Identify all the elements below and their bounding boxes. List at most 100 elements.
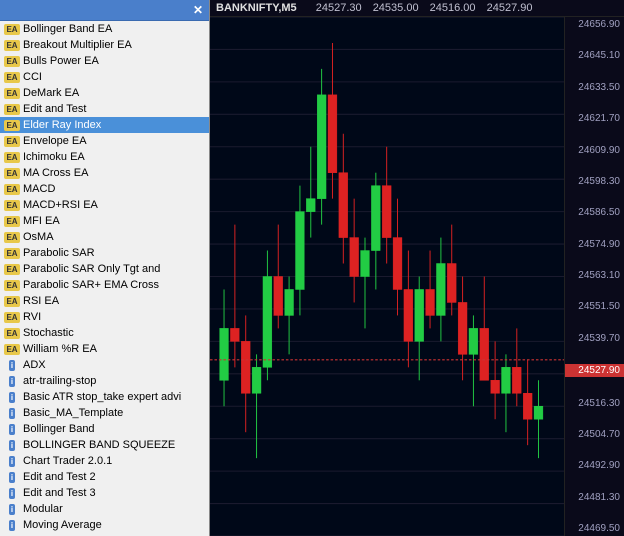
nav-item-label: Envelope EA	[23, 135, 87, 147]
nav-item-label: ADX	[23, 359, 46, 371]
nav-item[interactable]: EACCI	[0, 69, 209, 85]
price-label: 24598.30	[565, 176, 624, 187]
nav-item[interactable]: EAMACD	[0, 181, 209, 197]
nav-item-icon: EA	[4, 102, 20, 116]
nav-item[interactable]: EAWilliam %R EA	[0, 341, 209, 357]
nav-item-label: Basic ATR stop_take expert advi	[23, 391, 181, 403]
nav-item[interactable]: EAEnvelope EA	[0, 133, 209, 149]
nav-item-icon: EA	[4, 294, 20, 308]
nav-item-icon: i	[4, 406, 20, 420]
nav-item[interactable]: iBasic ATR stop_take expert advi	[0, 389, 209, 405]
nav-item[interactable]: EAIchimoku EA	[0, 149, 209, 165]
nav-item[interactable]: iBollinger Band	[0, 421, 209, 437]
price-label: 24645.10	[565, 50, 624, 61]
chart-body[interactable]: 24656.9024645.1024633.5024621.7024609.90…	[210, 17, 624, 536]
price-label: 24469.50	[565, 523, 624, 534]
nav-item-icon: EA	[4, 310, 20, 324]
price-label: 24504.70	[565, 429, 624, 440]
nav-item-icon: EA	[4, 86, 20, 100]
nav-item[interactable]: iEdit and Test 3	[0, 485, 209, 501]
nav-item-icon: i	[4, 422, 20, 436]
nav-item-label: Bulls Power EA	[23, 55, 99, 67]
nav-item-icon: EA	[4, 342, 20, 356]
nav-item-icon: EA	[4, 38, 20, 52]
nav-item[interactable]: iEdit and Test 2	[0, 469, 209, 485]
nav-item[interactable]: iatr-trailing-stop	[0, 373, 209, 389]
nav-item-icon: i	[4, 518, 20, 532]
nav-item-icon: i	[4, 374, 20, 388]
nav-item[interactable]: EAOsMA	[0, 229, 209, 245]
chart-header: BANKNIFTY,M5 24527.30 24535.00 24516.00 …	[210, 0, 624, 17]
nav-item-label: DeMark EA	[23, 87, 79, 99]
nav-item-label: MA Cross EA	[23, 167, 88, 179]
nav-item-label: Bollinger Band	[23, 423, 95, 435]
nav-item-icon: EA	[4, 230, 20, 244]
nav-item-icon: EA	[4, 150, 20, 164]
chart-symbol: BANKNIFTY,M5	[216, 2, 297, 14]
nav-item-icon: EA	[4, 22, 20, 36]
nav-item[interactable]: EAParabolic SAR+ EMA Cross	[0, 277, 209, 293]
nav-item-label: William %R EA	[23, 343, 97, 355]
nav-item-label: Breakout Multiplier EA	[23, 39, 132, 51]
nav-item-label: Parabolic SAR+ EMA Cross	[23, 279, 159, 291]
nav-item-icon: EA	[4, 326, 20, 340]
nav-item-icon: i	[4, 358, 20, 372]
chart-canvas[interactable]	[210, 17, 564, 536]
nav-item[interactable]: EABulls Power EA	[0, 53, 209, 69]
nav-item-label: CCI	[23, 71, 42, 83]
nav-item[interactable]: EABollinger Band EA	[0, 21, 209, 37]
nav-item[interactable]: iMoving Average	[0, 517, 209, 533]
nav-item-label: RSI EA	[23, 295, 59, 307]
nav-item-label: Parabolic SAR Only Tgt and	[23, 263, 160, 275]
nav-item-icon: EA	[4, 182, 20, 196]
nav-item-icon: EA	[4, 70, 20, 84]
nav-item[interactable]: iModular	[0, 501, 209, 517]
nav-item-icon: EA	[4, 54, 20, 68]
nav-item-label: MACD	[23, 183, 55, 195]
nav-item[interactable]: EABreakout Multiplier EA	[0, 37, 209, 53]
price-label: 24563.10	[565, 270, 624, 281]
nav-item-icon: i	[4, 486, 20, 500]
nav-item-label: BOLLINGER BAND SQUEEZE	[23, 439, 175, 451]
nav-item-label: Basic_MA_Template	[23, 407, 123, 419]
nav-item[interactable]: EAStochastic	[0, 325, 209, 341]
nav-item[interactable]: EAMFI EA	[0, 213, 209, 229]
nav-item-label: MACD+RSI EA	[23, 199, 98, 211]
nav-item[interactable]: EAMACD+RSI EA	[0, 197, 209, 213]
nav-item[interactable]: EAElder Ray Index	[0, 117, 209, 133]
nav-item-label: atr-trailing-stop	[23, 375, 96, 387]
nav-item-icon: i	[4, 390, 20, 404]
price-label: 24527.90	[565, 364, 624, 377]
nav-item-label: OsMA	[23, 231, 54, 243]
price-label: 24656.90	[565, 19, 624, 30]
nav-item-label: Modular	[23, 503, 63, 515]
nav-item-label: MFI EA	[23, 215, 60, 227]
price-label: 24609.90	[565, 145, 624, 156]
navigator-close-button[interactable]: ✕	[193, 3, 203, 17]
nav-item-label: Elder Ray Index	[23, 119, 101, 131]
nav-item[interactable]: iChart Trader 2.0.1	[0, 453, 209, 469]
chart-open: 24527.30	[316, 2, 362, 14]
nav-item[interactable]: iBasic_MA_Template	[0, 405, 209, 421]
nav-item[interactable]: iADX	[0, 357, 209, 373]
nav-item-icon: EA	[4, 134, 20, 148]
nav-item-label: Stochastic	[23, 327, 74, 339]
nav-item-label: Chart Trader 2.0.1	[23, 455, 112, 467]
navigator-list: EABollinger Band EAEABreakout Multiplier…	[0, 21, 209, 536]
price-label: 24492.90	[565, 460, 624, 471]
nav-item[interactable]: EADeMark EA	[0, 85, 209, 101]
nav-item[interactable]: EAMA Cross EA	[0, 165, 209, 181]
price-label: 24586.50	[565, 207, 624, 218]
nav-item[interactable]: EAParabolic SAR Only Tgt and	[0, 261, 209, 277]
nav-item[interactable]: EARSI EA	[0, 293, 209, 309]
nav-item[interactable]: EAEdit and Test	[0, 101, 209, 117]
navigator-panel: ✕ EABollinger Band EAEABreakout Multipli…	[0, 0, 210, 536]
price-label: 24621.70	[565, 113, 624, 124]
nav-item[interactable]: EARVI	[0, 309, 209, 325]
nav-item-icon: i	[4, 470, 20, 484]
nav-item[interactable]: iBOLLINGER BAND SQUEEZE	[0, 437, 209, 453]
price-label: 24481.30	[565, 492, 624, 503]
nav-item-icon: EA	[4, 278, 20, 292]
navigator-header: ✕	[0, 0, 209, 21]
nav-item[interactable]: EAParabolic SAR	[0, 245, 209, 261]
